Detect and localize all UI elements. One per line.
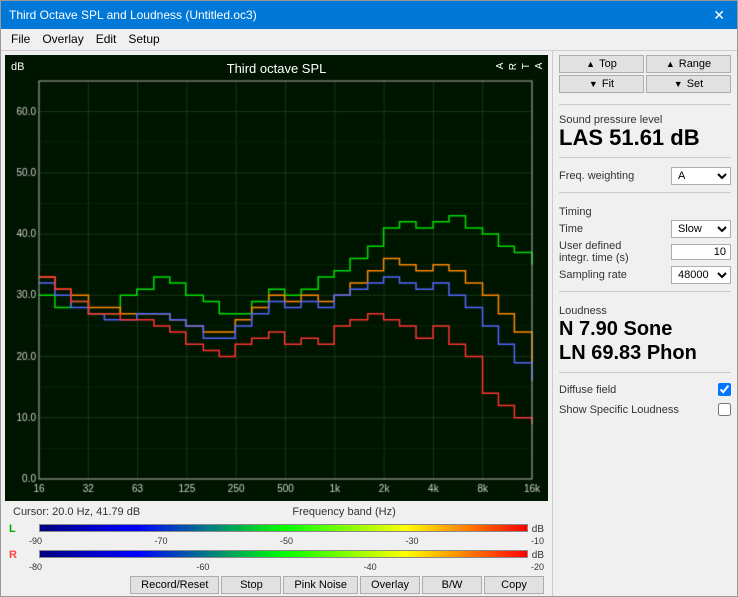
chart-canvas bbox=[5, 55, 548, 501]
pink-noise-button[interactable]: Pink Noise bbox=[283, 576, 358, 594]
sidebar-nav: ▲Top ▲Range ▼Fit ▼Set bbox=[559, 55, 731, 93]
time-label: Time bbox=[559, 223, 583, 235]
divider-3 bbox=[559, 192, 731, 193]
integr-time-input[interactable] bbox=[671, 244, 731, 260]
spl-section: Sound pressure level LAS 51.61 dB bbox=[559, 112, 731, 150]
xaxis-row: Cursor: 20.0 Hz, 41.79 dB Frequency band… bbox=[5, 505, 548, 519]
sampling-rate-select[interactable]: 441004800096000 bbox=[671, 266, 731, 284]
show-specific-row: Show Specific Loudness bbox=[559, 403, 731, 416]
dbfs-l-label: L bbox=[9, 523, 37, 535]
sampling-rate-row: Sampling rate 441004800096000 bbox=[559, 266, 731, 284]
freq-weighting-select[interactable]: ABCZ bbox=[671, 167, 731, 185]
loudness-section: Loudness N 7.90 Sone LN 69.83 Phon bbox=[559, 303, 731, 365]
divider-4 bbox=[559, 291, 731, 292]
sidebar: ▲Top ▲Range ▼Fit ▼Set Sound pressure lev… bbox=[552, 51, 737, 596]
menu-file[interactable]: File bbox=[5, 31, 36, 48]
sampling-rate-label: Sampling rate bbox=[559, 269, 627, 281]
title-bar: Third Octave SPL and Loudness (Untitled.… bbox=[1, 1, 737, 29]
show-specific-label: Show Specific Loudness bbox=[559, 404, 679, 416]
chart-container: Third octave SPL dB ARTA bbox=[5, 55, 548, 501]
time-select[interactable]: SlowFast bbox=[671, 220, 731, 238]
dbfs-r-label: R bbox=[9, 549, 37, 561]
overlay-button[interactable]: Overlay bbox=[360, 576, 420, 594]
divider-1 bbox=[559, 104, 731, 105]
loudness-label: Loudness bbox=[559, 305, 731, 317]
integr-time-row: User defined integr. time (s) bbox=[559, 240, 731, 264]
set-button[interactable]: ▼Set bbox=[646, 75, 731, 93]
stop-button[interactable]: Stop bbox=[221, 576, 281, 594]
menu-setup[interactable]: Setup bbox=[122, 31, 165, 48]
timing-section: Timing Time SlowFast User defined integr… bbox=[559, 204, 731, 284]
timing-label: Timing bbox=[559, 206, 731, 218]
freq-weighting-label: Freq. weighting bbox=[559, 170, 634, 182]
integr-time-label: integr. time (s) bbox=[559, 252, 629, 264]
user-defined-label: User defined bbox=[559, 240, 629, 252]
range-up-button[interactable]: ▲Range bbox=[646, 55, 731, 73]
chart-arta: ARTA bbox=[494, 63, 546, 70]
time-row: Time SlowFast bbox=[559, 220, 731, 238]
menu-edit[interactable]: Edit bbox=[90, 31, 123, 48]
copy-button[interactable]: Copy bbox=[484, 576, 544, 594]
main-window: Third Octave SPL and Loudness (Untitled.… bbox=[0, 0, 738, 597]
chart-title: Third octave SPL bbox=[5, 61, 548, 76]
fit-button[interactable]: ▼Fit bbox=[559, 75, 644, 93]
loudness-ln-value: LN 69.83 Phon bbox=[559, 341, 731, 365]
chart-area: Third octave SPL dB ARTA Cursor: 20.0 Hz… bbox=[1, 51, 552, 596]
diffuse-field-checkbox[interactable] bbox=[718, 383, 731, 396]
loudness-n-value: N 7.90 Sone bbox=[559, 317, 731, 341]
dbfs-section: L dB -90-70-50-30-10 R dB bbox=[5, 519, 548, 574]
top-up-button[interactable]: ▲Top bbox=[559, 55, 644, 73]
chart-ylabel: dB bbox=[11, 61, 24, 73]
diffuse-field-label: Diffuse field bbox=[559, 384, 616, 396]
bw-button[interactable]: B/W bbox=[422, 576, 482, 594]
freq-band-label: Frequency band (Hz) bbox=[292, 506, 395, 518]
freq-weighting-row: Freq. weighting ABCZ bbox=[559, 167, 731, 185]
menu-bar: File Overlay Edit Setup bbox=[1, 29, 737, 51]
bottom-buttons: Record/Reset Stop Pink Noise Overlay B/W… bbox=[5, 574, 548, 596]
diffuse-field-row: Diffuse field bbox=[559, 383, 731, 396]
show-specific-checkbox[interactable] bbox=[718, 403, 731, 416]
cursor-info: Cursor: 20.0 Hz, 41.79 dB bbox=[9, 505, 144, 519]
divider-5 bbox=[559, 372, 731, 373]
window-title: Third Octave SPL and Loudness (Untitled.… bbox=[9, 8, 257, 22]
menu-overlay[interactable]: Overlay bbox=[36, 31, 89, 48]
close-button[interactable]: ✕ bbox=[709, 7, 729, 24]
record-reset-button[interactable]: Record/Reset bbox=[130, 576, 219, 594]
dbfs-l-row: L dB bbox=[9, 521, 544, 537]
main-content: Third octave SPL dB ARTA Cursor: 20.0 Hz… bbox=[1, 51, 737, 596]
dbfs-r-row: R dB bbox=[9, 547, 544, 563]
divider-2 bbox=[559, 157, 731, 158]
spl-value: LAS 51.61 dB bbox=[559, 126, 731, 150]
